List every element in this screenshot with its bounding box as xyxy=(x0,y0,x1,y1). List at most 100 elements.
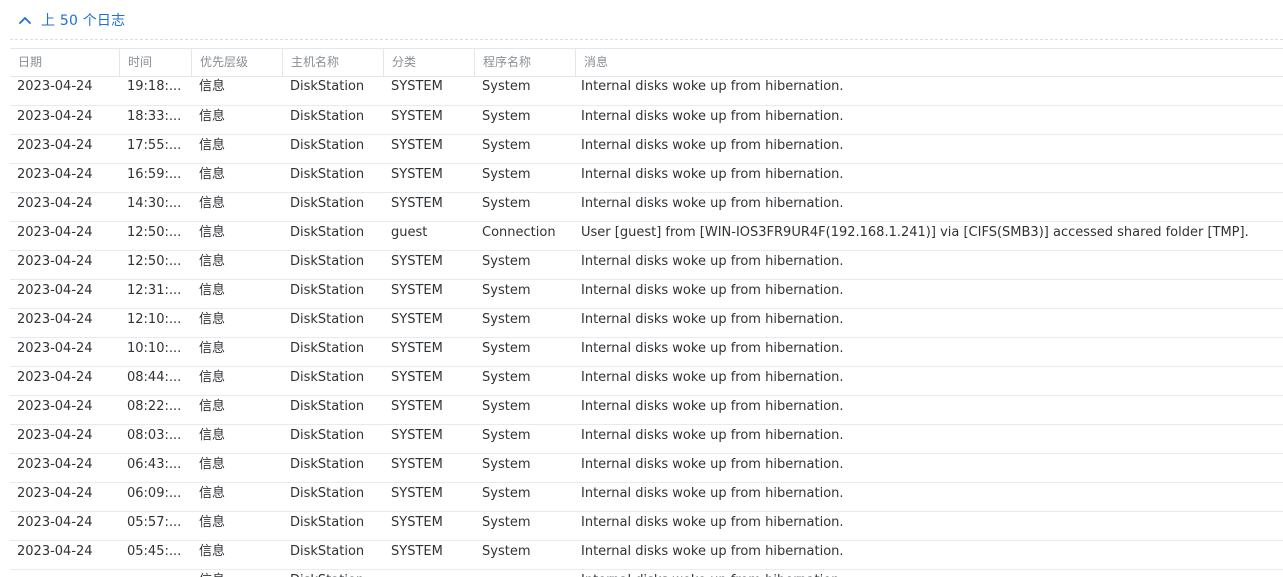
cell-time: 10:10:... xyxy=(127,341,182,356)
cell-message: User [guest] from [WIN-IOS3FR9UR4F(192.1… xyxy=(581,225,1249,240)
cell-priority: 信息 xyxy=(192,570,283,577)
cell-program: System xyxy=(482,486,531,501)
cell-priority: 信息 xyxy=(199,225,226,240)
cell-program: System xyxy=(482,167,531,182)
column-header-date[interactable]: 日期 xyxy=(10,49,120,76)
cell-time: 12:50:... xyxy=(127,254,182,269)
chevron-up-icon xyxy=(18,13,32,27)
cell-program: System xyxy=(482,544,531,559)
cell-priority: 信息 xyxy=(199,79,226,94)
table-row[interactable]: 2023-04-24 08:44:... 信息 DiskStation SYSTEM Sy… xyxy=(10,367,1283,396)
column-header-time[interactable]: 时间 xyxy=(120,49,192,76)
cell-date: 2023-04-24 xyxy=(17,254,93,269)
table-row[interactable]: 2023-04-24 12:50:... 信息 DiskStation guest Con… xyxy=(10,222,1283,251)
table-row[interactable]: 信息DiskStation Internal disks woke up from… xyxy=(10,570,1283,577)
column-header-host[interactable]: 主机名称 xyxy=(283,49,384,76)
cell-program: System xyxy=(482,515,531,530)
cell-priority: 信息 xyxy=(199,341,226,356)
table-row[interactable]: 2023-04-24 08:22:... 信息 DiskStation SYSTEM Sy… xyxy=(10,396,1283,425)
column-header-message[interactable]: 消息 xyxy=(576,49,1283,76)
cell-message: Internal disks woke up from hibernation. xyxy=(581,370,844,385)
column-header-category[interactable]: 分类 xyxy=(384,49,475,76)
cell-priority: 信息 xyxy=(199,196,226,211)
cell-program: System xyxy=(482,457,531,472)
cell-category: SYSTEM xyxy=(391,515,443,530)
cell-host: DiskStation xyxy=(290,428,365,443)
cell-category: SYSTEM xyxy=(391,370,443,385)
cell-program: System xyxy=(482,138,531,153)
cell-time: 08:22:... xyxy=(127,399,182,414)
cell-date: 2023-04-24 xyxy=(17,544,93,559)
cell-date: 2023-04-24 xyxy=(17,225,93,240)
table-row[interactable]: 2023-04-24 14:30:... 信息 DiskStation SYSTEM Sy… xyxy=(10,193,1283,222)
table-row[interactable]: 2023-04-24 10:10:... 信息 DiskStation SYSTEM Sy… xyxy=(10,338,1283,367)
table-row[interactable]: 2023-04-24 16:59:... 信息 DiskStation SYSTEM Sy… xyxy=(10,164,1283,193)
table-row[interactable]: 2023-04-24 05:57:... 信息 DiskStation SYSTEM Sy… xyxy=(10,512,1283,541)
cell-host: DiskStation xyxy=(290,486,365,501)
table-body: 2023-04-24 19:18:... 信息 DiskStation SYSTEM Sy… xyxy=(10,77,1283,577)
table-row[interactable]: 2023-04-24 12:50:... 信息 DiskStation SYSTEM Sy… xyxy=(10,251,1283,280)
cell-category: SYSTEM xyxy=(391,428,443,443)
cell-program: System xyxy=(482,341,531,356)
cell-time: 06:43:... xyxy=(127,457,182,472)
cell-message: Internal disks woke up from hibernation. xyxy=(581,79,844,94)
table-row[interactable]: 2023-04-24 12:31:... 信息 DiskStation SYSTEM Sy… xyxy=(10,280,1283,309)
cell-priority: 信息 xyxy=(199,370,226,385)
table-row[interactable]: 2023-04-24 06:09:... 信息 DiskStation SYSTEM Sy… xyxy=(10,483,1283,512)
cell-category: SYSTEM xyxy=(391,399,443,414)
cell-date: 2023-04-24 xyxy=(17,109,93,124)
cell-program: System xyxy=(482,109,531,124)
recent-logs-toggle[interactable]: 上 50 个日志 xyxy=(0,0,1283,40)
table-row[interactable]: 2023-04-24 05:45:... 信息 DiskStation SYSTEM Sy… xyxy=(10,541,1283,570)
cell-date: 2023-04-24 xyxy=(17,486,93,501)
cell-program: Connection xyxy=(482,225,556,240)
cell-message: Internal disks woke up from hibernation. xyxy=(581,544,844,559)
cell-category: SYSTEM xyxy=(391,312,443,327)
cell-program: System xyxy=(482,312,531,327)
cell-time: 18:33:... xyxy=(127,109,182,124)
column-header-program[interactable]: 程序名称 xyxy=(475,49,576,76)
cell-host: DiskStation xyxy=(290,399,365,414)
cell-category: SYSTEM xyxy=(391,544,443,559)
cell-program xyxy=(475,570,576,577)
cell-priority: 信息 xyxy=(199,167,226,182)
cell-host: DiskStation xyxy=(290,196,365,211)
cell-message: Internal disks woke up from hibernation. xyxy=(581,486,844,501)
cell-host: DiskStation xyxy=(290,457,365,472)
section-title: 上 50 个日志 xyxy=(41,13,126,29)
cell-time xyxy=(120,570,192,577)
cell-message: Internal disks woke up from hibernation. xyxy=(581,167,844,182)
cell-priority: 信息 xyxy=(199,515,226,530)
cell-time: 16:59:... xyxy=(127,167,182,182)
table-row[interactable]: 2023-04-24 19:18:... 信息 DiskStation SYSTEM Sy… xyxy=(10,77,1283,106)
cell-category: SYSTEM xyxy=(391,457,443,472)
cell-category: SYSTEM xyxy=(391,283,443,298)
cell-host: DiskStation xyxy=(290,515,365,530)
cell-host: DiskStation xyxy=(290,79,365,94)
cell-priority: 信息 xyxy=(199,399,226,414)
cell-message: Internal disks woke up from hibernation. xyxy=(581,196,844,211)
cell-host: DiskStation xyxy=(290,138,365,153)
cell-program: System xyxy=(482,399,531,414)
table-row[interactable]: 2023-04-24 18:33:... 信息 DiskStation SYSTEM Sy… xyxy=(10,106,1283,135)
cell-priority: 信息 xyxy=(199,544,226,559)
cell-time: 19:18:... xyxy=(127,79,182,94)
cell-priority: 信息 xyxy=(199,312,226,327)
cell-time: 08:03:... xyxy=(127,428,182,443)
cell-category: SYSTEM xyxy=(391,254,443,269)
log-table: 日期 时间 优先层级 主机名称 分类 程序名称 消息 2023-04-24 19:… xyxy=(10,48,1283,577)
column-header-priority[interactable]: 优先层级 xyxy=(192,49,283,76)
log-panel: 上 50 个日志 日期 时间 优先层级 主机名称 分类 程序名称 消息 2023… xyxy=(0,0,1283,577)
cell-category: SYSTEM xyxy=(391,79,443,94)
cell-date: 2023-04-24 xyxy=(17,79,93,94)
table-row[interactable]: 2023-04-24 08:03:... 信息 DiskStation SYSTEM Sy… xyxy=(10,425,1283,454)
table-row[interactable]: 2023-04-24 12:10:... 信息 DiskStation SYSTEM Sy… xyxy=(10,309,1283,338)
table-row[interactable]: 2023-04-24 17:55:... 信息 DiskStation SYSTEM Sy… xyxy=(10,135,1283,164)
cell-host: DiskStation xyxy=(290,544,365,559)
cell-date: 2023-04-24 xyxy=(17,312,93,327)
cell-message: Internal disks woke up from hibernation. xyxy=(581,283,844,298)
cell-category: guest xyxy=(391,225,428,240)
cell-program: System xyxy=(482,79,531,94)
table-header: 日期 时间 优先层级 主机名称 分类 程序名称 消息 xyxy=(10,48,1283,77)
table-row[interactable]: 2023-04-24 06:43:... 信息 DiskStation SYSTEM Sy… xyxy=(10,454,1283,483)
